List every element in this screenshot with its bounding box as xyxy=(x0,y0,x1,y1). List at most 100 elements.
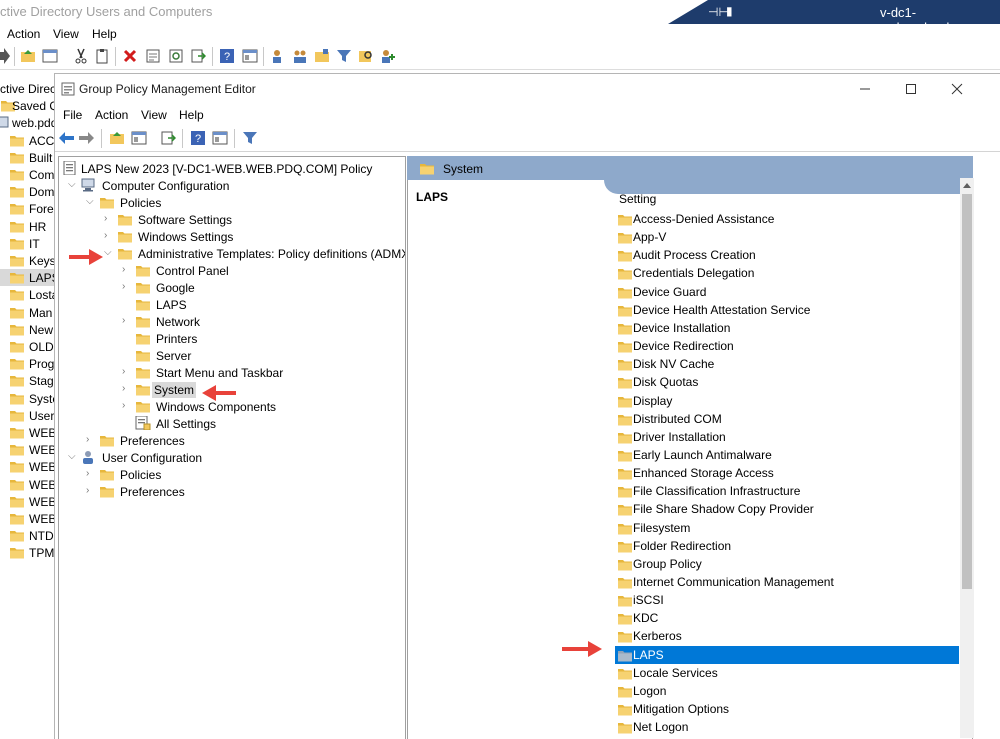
setting-item-selected[interactable]: LAPS xyxy=(615,645,959,664)
collapsed-chevron-icon[interactable]: › xyxy=(86,434,95,446)
setting-item[interactable]: Credentials Delegation xyxy=(615,264,959,282)
menu-view[interactable]: View xyxy=(141,108,167,122)
back-arrow-icon[interactable] xyxy=(58,130,74,146)
setting-item[interactable]: Internet Communication Management xyxy=(615,573,959,591)
setting-item[interactable]: File Classification Infrastructure xyxy=(615,482,959,500)
help-icon[interactable]: ? xyxy=(190,130,206,146)
setting-item[interactable]: KDC xyxy=(615,609,959,627)
export-list-icon[interactable] xyxy=(160,130,176,146)
menu-file[interactable]: File xyxy=(63,108,82,122)
setting-item[interactable]: Mitigation Options xyxy=(615,700,959,718)
setting-item[interactable]: Audit Process Creation xyxy=(615,246,959,264)
add-to-group-icon[interactable] xyxy=(380,48,396,64)
filter-icon[interactable] xyxy=(242,130,258,146)
setting-item[interactable]: Driver Installation xyxy=(615,428,959,446)
up-folder-icon[interactable] xyxy=(109,130,125,146)
paste-icon[interactable] xyxy=(94,48,110,64)
collapsed-chevron-icon[interactable]: › xyxy=(104,230,113,242)
setting-item[interactable]: Locale Services xyxy=(615,664,959,682)
scroll-up-icon[interactable] xyxy=(963,182,971,188)
delete-icon[interactable] xyxy=(122,48,138,64)
setting-item[interactable]: Display xyxy=(615,392,959,410)
folder-icon xyxy=(618,414,632,426)
aduc-tree-label: TPM xyxy=(29,546,54,560)
new-ou-icon[interactable] xyxy=(314,48,330,64)
folder-icon xyxy=(618,269,632,280)
console-icon[interactable] xyxy=(212,130,228,146)
expanded-chevron-icon[interactable]: ⌵ xyxy=(68,179,77,191)
aduc-menu-view[interactable]: View xyxy=(53,27,79,41)
maximize-button[interactable] xyxy=(888,74,934,104)
setting-item[interactable]: Access-Denied Assistance xyxy=(615,210,959,228)
minimize-button[interactable] xyxy=(842,74,888,104)
red-arrow-admin-templates-icon xyxy=(69,249,103,265)
collapsed-chevron-icon[interactable]: › xyxy=(122,281,131,293)
aduc-tree-label: NTD xyxy=(29,529,54,543)
export-list-icon[interactable] xyxy=(190,48,206,64)
collapsed-chevron-icon[interactable]: › xyxy=(86,485,95,497)
setting-item[interactable]: File Share Shadow Copy Provider xyxy=(615,500,959,518)
aduc-tree-label: IT xyxy=(29,237,40,251)
setting-item[interactable]: Device Installation xyxy=(615,319,959,337)
collapsed-chevron-icon[interactable]: › xyxy=(122,383,131,395)
menu-action[interactable]: Action xyxy=(95,108,128,122)
find-icon[interactable] xyxy=(358,48,374,64)
menu-help[interactable]: Help xyxy=(179,108,204,122)
up-folder-icon[interactable] xyxy=(20,48,36,64)
properties-icon[interactable] xyxy=(145,48,161,64)
scrollbar-thumb[interactable] xyxy=(962,194,972,589)
console-icon[interactable] xyxy=(242,48,258,64)
setting-item[interactable]: Device Redirection xyxy=(615,337,959,355)
setting-item[interactable]: App-V xyxy=(615,228,959,246)
setting-label: Device Installation xyxy=(633,320,731,335)
aduc-tree-item[interactable]: LAPS xyxy=(0,269,54,286)
computer-icon xyxy=(81,178,95,192)
new-user-icon[interactable] xyxy=(270,48,286,64)
collapsed-chevron-icon[interactable]: › xyxy=(122,264,131,276)
setting-item[interactable]: Device Health Attestation Service xyxy=(615,301,959,319)
setting-item[interactable]: Kerberos xyxy=(615,627,959,645)
cut-icon[interactable] xyxy=(73,48,89,64)
setting-item[interactable]: Early Launch Antimalware xyxy=(615,446,959,464)
tree-label: System xyxy=(152,382,197,398)
setting-item[interactable]: Group Policy xyxy=(615,555,959,573)
aduc-menu-help[interactable]: Help xyxy=(92,27,117,41)
tree-label: Server xyxy=(156,349,192,363)
folder-icon xyxy=(100,436,114,447)
settings-header-title: System xyxy=(443,162,484,176)
expanded-chevron-icon[interactable]: ⌵ xyxy=(86,196,95,208)
collapsed-chevron-icon[interactable]: › xyxy=(122,400,131,412)
setting-item[interactable]: Logon xyxy=(615,682,959,700)
aduc-tree-label: User xyxy=(29,409,54,423)
show-hide-tree-icon[interactable] xyxy=(42,48,58,64)
setting-item[interactable]: Enhanced Storage Access xyxy=(615,464,959,482)
collapsed-chevron-icon[interactable]: › xyxy=(122,366,131,378)
new-group-icon[interactable] xyxy=(292,48,308,64)
show-hide-tree-icon[interactable] xyxy=(131,130,147,146)
policy-tree-pane: LAPS New 2023 [V-DC1-WEB.WEB.PDQ.COM] Po… xyxy=(58,156,406,739)
setting-item[interactable]: Folder Redirection xyxy=(615,537,959,555)
setting-item[interactable]: Device Guard xyxy=(615,283,959,301)
collapsed-chevron-icon[interactable]: › xyxy=(86,468,95,480)
setting-item[interactable]: Distributed COM xyxy=(615,410,959,428)
expanded-chevron-icon[interactable]: ⌵ xyxy=(68,451,77,463)
forward-arrow-icon[interactable] xyxy=(79,130,95,146)
setting-item[interactable]: iSCSI xyxy=(615,591,959,609)
setting-item[interactable]: Disk NV Cache xyxy=(615,355,959,373)
close-button[interactable] xyxy=(934,74,980,104)
collapsed-chevron-icon[interactable]: › xyxy=(122,315,131,327)
column-header-setting[interactable]: Setting xyxy=(619,192,656,206)
aduc-toolbar: ? xyxy=(0,44,1000,70)
setting-item[interactable]: Net Logon xyxy=(615,718,959,736)
filter-icon[interactable] xyxy=(336,48,352,64)
setting-item[interactable]: Disk Quotas xyxy=(615,373,959,391)
help-icon[interactable]: ? xyxy=(219,48,235,64)
collapsed-chevron-icon[interactable]: › xyxy=(104,213,113,225)
aduc-menu-action[interactable]: Action xyxy=(7,27,40,41)
aduc-tree-label: Keys xyxy=(29,254,54,268)
folder-icon xyxy=(10,376,24,387)
refresh-icon[interactable] xyxy=(168,48,184,64)
rdp-connection-bar[interactable]: ⊣⊢ ▮ v-dc1-web.web.pdq.com xyxy=(668,0,1000,35)
setting-item[interactable]: Filesystem xyxy=(615,519,959,537)
vertical-scrollbar[interactable] xyxy=(960,178,974,738)
